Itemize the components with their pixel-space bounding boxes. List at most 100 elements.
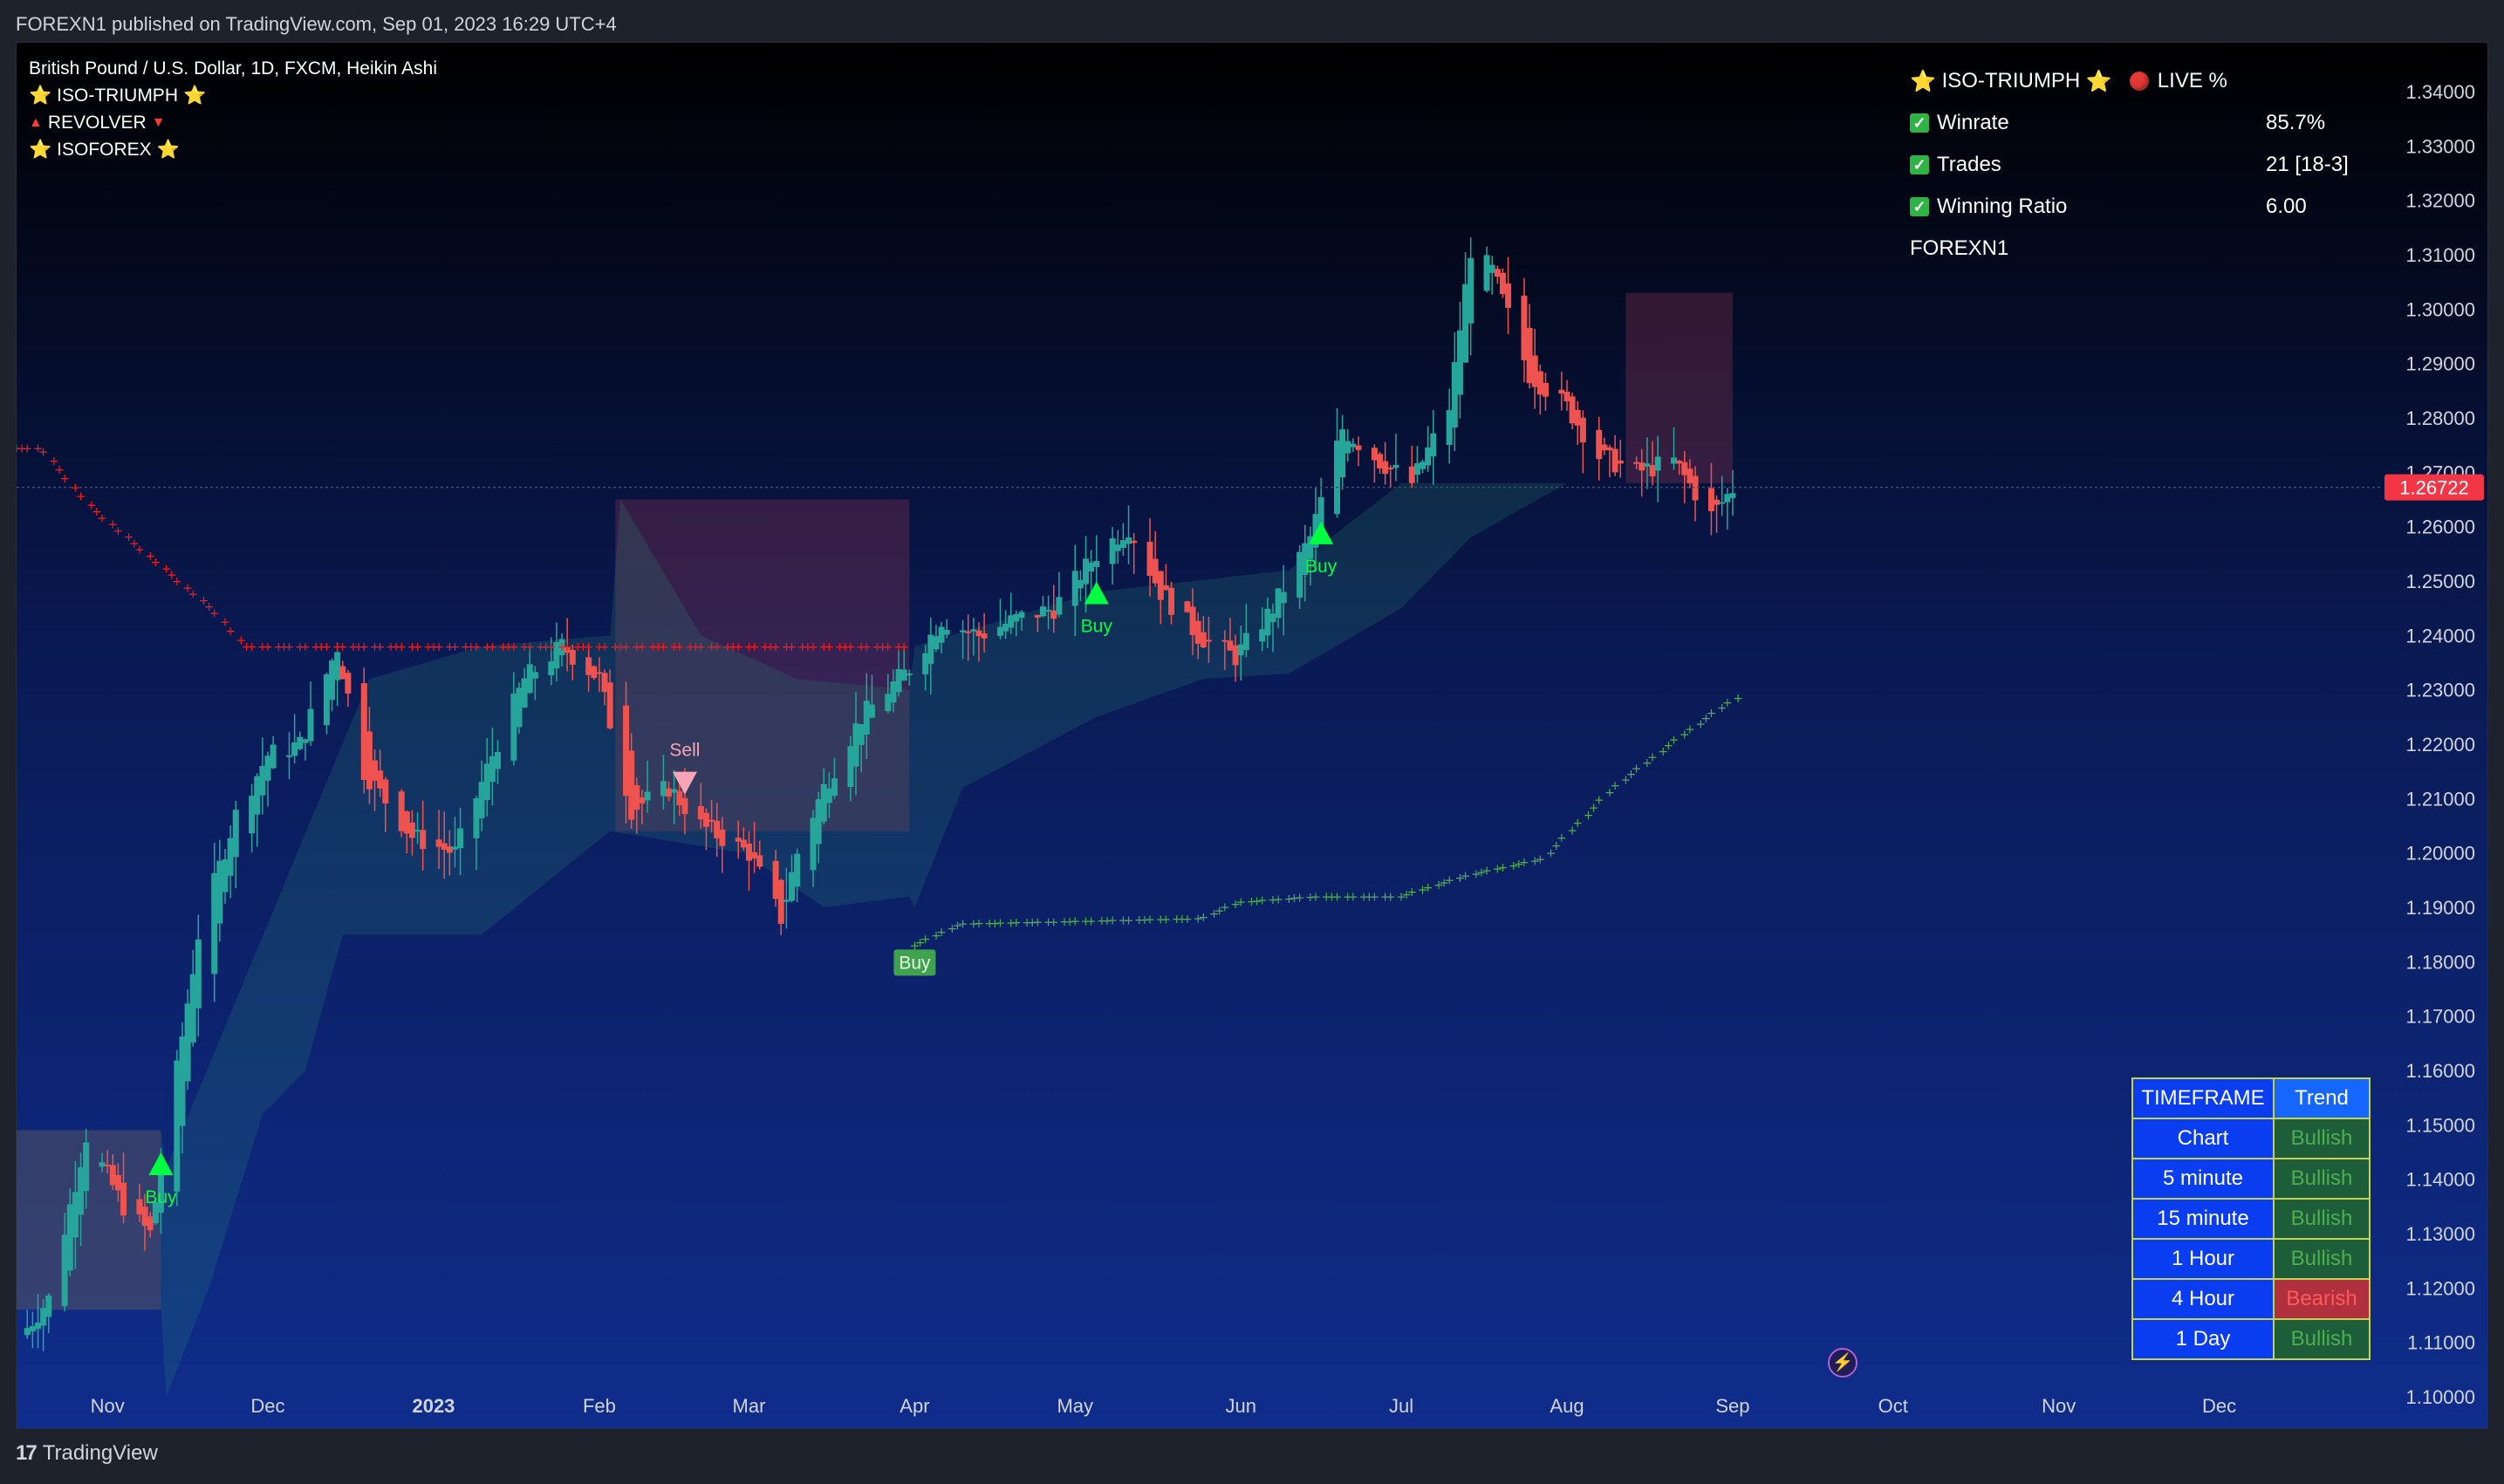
indicator-revolver[interactable]: ▲ REVOLVER ▼ xyxy=(29,109,437,136)
chart-pane[interactable]: + + + + + + + + + + + + + + + + + + + + + + + + + + + + + + + + + + + + + + + +… xyxy=(16,42,2488,1429)
footer-bar: 17 TradingView xyxy=(0,1429,2504,1484)
timeframe-cell: 5 minute xyxy=(2131,1158,2275,1200)
trend-cell: Bullish xyxy=(2273,1158,2371,1200)
candle-body xyxy=(1686,468,1693,483)
stats-author: FOREXN1 xyxy=(1910,236,2009,260)
trend-row: 4 Hour Bearish xyxy=(2131,1278,2371,1320)
candle-body xyxy=(1671,457,1678,464)
candle-body xyxy=(1162,585,1169,591)
candle-body xyxy=(1692,475,1699,501)
timeframe-cell: 15 minute xyxy=(2131,1198,2275,1240)
signal-label: Sell xyxy=(669,741,700,761)
candle-body xyxy=(1526,327,1533,384)
candle-body xyxy=(510,694,517,761)
candle-body xyxy=(1259,629,1266,642)
timeframe-cell: Chart xyxy=(2131,1118,2275,1159)
resistance-dot: + xyxy=(562,640,572,654)
candle-body xyxy=(147,1216,154,1231)
symbol-line[interactable]: British Pound / U.S. Dollar, 1D, FXCM, H… xyxy=(29,55,437,82)
candle-body xyxy=(810,817,817,871)
resistance-dot: + xyxy=(76,490,86,504)
candle-body xyxy=(66,1204,73,1271)
stats-value: 85.7% xyxy=(2266,111,2326,134)
time-tick-label: Feb xyxy=(583,1395,616,1417)
candle-body xyxy=(981,633,988,639)
support-dot: + xyxy=(958,918,968,932)
candle-body xyxy=(1387,467,1394,469)
support-dot: + xyxy=(1610,779,1620,793)
candle-body xyxy=(585,657,592,675)
candle-body xyxy=(1462,284,1469,363)
support-dot: + xyxy=(1647,750,1658,764)
candle-body xyxy=(885,694,892,712)
resistance-dot: + xyxy=(172,575,182,589)
candle-body xyxy=(1269,613,1276,623)
resistance-dot: + xyxy=(97,511,107,525)
candle-body xyxy=(1446,410,1453,445)
candle-body xyxy=(1633,462,1640,464)
price-tick-label: 1.32000 xyxy=(2405,190,2475,212)
candle-body xyxy=(847,746,854,788)
resistance-dot: + xyxy=(338,640,348,654)
candle-body xyxy=(660,781,667,797)
candle-body xyxy=(676,790,683,805)
candle-body xyxy=(1013,613,1020,622)
support-dot: + xyxy=(1273,892,1283,906)
price-badge-label: 1.26722 xyxy=(2399,477,2469,499)
candle-body xyxy=(933,636,940,650)
trend-row: 1 Day Bullish xyxy=(2131,1318,2371,1360)
indicator-isoforex[interactable]: ⭐ ISOFOREX ⭐ xyxy=(29,136,437,163)
candle-body xyxy=(927,634,934,664)
candle-body xyxy=(531,672,538,679)
candle-body xyxy=(360,683,367,780)
support-dot: + xyxy=(1049,915,1059,929)
time-tick-label: May xyxy=(1057,1395,1093,1417)
candle-body xyxy=(1056,597,1063,615)
candle-body xyxy=(420,830,427,850)
candle-body xyxy=(45,1295,52,1317)
price-tick-label: 1.31000 xyxy=(2405,244,2475,266)
resistance-dot: + xyxy=(659,640,669,654)
support-dot: + xyxy=(1257,894,1268,908)
signal-label: Buy xyxy=(145,1187,177,1207)
candle-body xyxy=(1617,460,1624,464)
candle-body xyxy=(970,629,977,632)
support-dot: + xyxy=(1107,914,1118,928)
candle-body xyxy=(852,723,859,767)
tradingview-brand[interactable]: 17 TradingView xyxy=(16,1441,158,1466)
price-tick-label: 1.33000 xyxy=(2405,135,2475,157)
price-tick-label: 1.16000 xyxy=(2405,1060,2475,1082)
support-dot: + xyxy=(1348,891,1358,905)
resistance-dot: + xyxy=(300,640,311,654)
candle-body xyxy=(633,784,640,810)
resistance-dot: + xyxy=(113,524,124,538)
candle-body xyxy=(890,681,897,703)
trend-cell: Bullish xyxy=(2273,1118,2371,1159)
candle-body xyxy=(216,860,223,924)
candle-body xyxy=(601,673,608,693)
candle-body xyxy=(1093,561,1100,567)
candle-body xyxy=(1601,444,1608,450)
candle-body xyxy=(1189,606,1196,636)
candle-body xyxy=(1344,441,1351,454)
indicator-iso-triumph[interactable]: ⭐ ISO-TRIUMPH ⭐ xyxy=(29,82,437,109)
candle-body xyxy=(526,664,533,694)
support-dot: + xyxy=(995,917,1006,931)
candle-body xyxy=(179,1036,186,1126)
candle-body xyxy=(735,838,742,842)
candle-body xyxy=(329,660,336,701)
candle-body xyxy=(1002,624,1009,632)
candle-body xyxy=(1109,537,1116,564)
resistance-dot: + xyxy=(59,472,70,486)
candle-body xyxy=(1425,447,1432,466)
candle-body xyxy=(259,765,266,796)
support-dot: + xyxy=(1556,831,1567,845)
support-dot: + xyxy=(920,933,931,947)
chart-legend: British Pound / U.S. Dollar, 1D, FXCM, H… xyxy=(29,55,437,163)
candle-body xyxy=(943,629,950,635)
candle-body xyxy=(1505,283,1512,308)
lightning-icon[interactable]: ⚡ xyxy=(1828,1348,1857,1378)
candle-body xyxy=(1168,587,1175,615)
support-dot: + xyxy=(1444,874,1454,888)
resistance-dot: + xyxy=(808,640,818,654)
